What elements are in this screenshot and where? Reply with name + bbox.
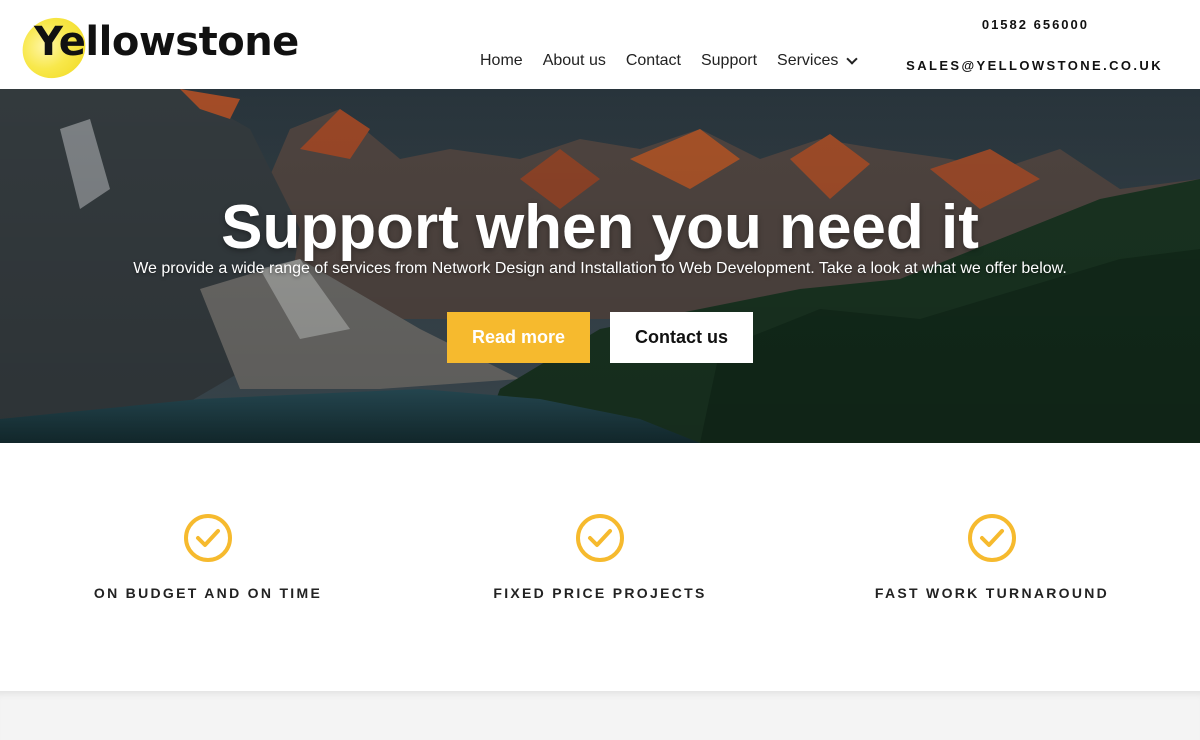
feature-item: ON BUDGET AND ON TIME (58, 513, 358, 601)
check-circle-icon (576, 514, 624, 562)
nav-support[interactable]: Support (701, 52, 757, 70)
nav-contact[interactable]: Contact (626, 52, 681, 70)
contact-us-button[interactable]: Contact us (610, 312, 753, 363)
feature-label: ON BUDGET AND ON TIME (93, 585, 323, 601)
nav-contact-label: Contact (625, 52, 681, 69)
hero-title: Support when you need it (221, 192, 979, 262)
logo-text: Yellowstone (34, 19, 299, 65)
hero-subtitle: We provide a wide range of services from… (133, 260, 1067, 277)
feature-label: FIXED PRICE PROJECTS (493, 585, 707, 601)
nav-about-us-label: About us (542, 52, 606, 69)
feature-label: FAST WORK TURNAROUND (874, 585, 1110, 601)
next-section-band (0, 691, 1200, 740)
nav-home-label: Home (480, 52, 523, 69)
chevron-down-icon (846, 53, 859, 65)
phone-number[interactable]: 01582 656000 (982, 17, 1089, 32)
check-circle-icon (968, 514, 1016, 562)
site-logo[interactable]: Yellowstone (11, 6, 318, 90)
email-address[interactable]: SALES@YELLOWSTONE.CO.UK (906, 58, 1163, 73)
main-nav: Home About us Contact Support Services (480, 50, 859, 72)
site-header: Yellowstone Home About us Contact Suppor… (0, 0, 1200, 90)
nav-home[interactable]: Home (480, 52, 523, 70)
nav-services-label: Services (777, 52, 839, 69)
nav-services[interactable]: Services (777, 52, 859, 70)
nav-about-us[interactable]: About us (543, 52, 606, 70)
check-circle-icon (184, 514, 232, 562)
features-section: ON BUDGET AND ON TIME FIXED PRICE PROJEC… (0, 443, 1200, 691)
nav-support-label: Support (700, 52, 758, 69)
feature-item: FIXED PRICE PROJECTS (450, 513, 750, 601)
read-more-button[interactable]: Read more (447, 312, 590, 363)
feature-item: FAST WORK TURNAROUND (842, 513, 1142, 601)
hero-banner: Support when you need it We provide a wi… (0, 89, 1200, 443)
